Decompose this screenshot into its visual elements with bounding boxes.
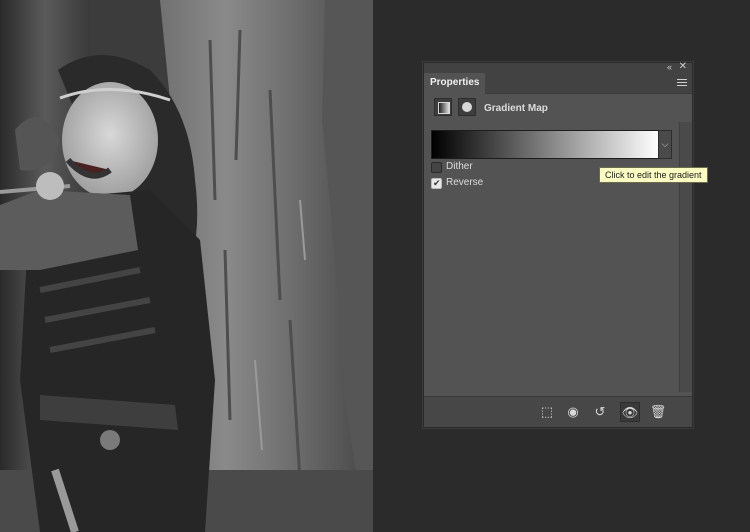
adjustment-header: Gradient Map: [424, 94, 692, 122]
clip-to-layer-button[interactable]: ⬚: [537, 402, 557, 422]
workspace: « ✕ Properties Gradient Map ⌵ Dither ✔ R…: [0, 0, 750, 532]
dither-label: Dither: [446, 161, 473, 172]
tab-properties[interactable]: Properties: [424, 73, 486, 94]
reset-button[interactable]: ↺: [590, 402, 610, 422]
trash-icon: 🗑: [649, 404, 667, 419]
toggle-visibility-button[interactable]: 👁: [620, 402, 640, 422]
visibility-eye-icon: 👁: [621, 405, 639, 420]
properties-panel: « ✕ Properties Gradient Map ⌵ Dither ✔ R…: [423, 62, 693, 428]
view-previous-state-icon: ◉: [567, 404, 579, 419]
panel-tabbar: Properties: [424, 73, 692, 94]
gradient-preview-bar[interactable]: [431, 130, 659, 159]
archer-photo: [0, 0, 373, 532]
panel-menu-icon[interactable]: [677, 79, 687, 87]
gradient-map-icon[interactable]: [434, 98, 452, 116]
panel-title-strip: « ✕: [424, 62, 692, 73]
reset-icon: ↺: [594, 404, 606, 419]
gradient-tooltip: Click to edit the gradient: [599, 167, 708, 183]
dither-checkbox[interactable]: [431, 162, 442, 173]
canvas-photo[interactable]: [0, 0, 373, 532]
view-previous-state-button[interactable]: ◉: [563, 402, 583, 422]
delete-adjustment-button[interactable]: 🗑: [648, 402, 668, 422]
layer-mask-icon[interactable]: [458, 98, 476, 116]
reverse-checkbox[interactable]: ✔: [431, 178, 442, 189]
close-icon[interactable]: ✕: [679, 62, 687, 72]
panel-footer: ⬚ ◉ ↺ 👁 🗑: [424, 396, 692, 427]
checkmark-icon: ✔: [433, 178, 441, 188]
adjustment-title: Gradient Map: [484, 103, 548, 114]
reverse-label: Reverse: [446, 177, 484, 188]
collapse-icon[interactable]: «: [667, 62, 672, 72]
panel-scrollbar[interactable]: [679, 122, 692, 392]
gradient-dropdown-chevron-icon[interactable]: ⌵: [658, 130, 672, 159]
clip-to-layer-icon: ⬚: [540, 404, 554, 419]
